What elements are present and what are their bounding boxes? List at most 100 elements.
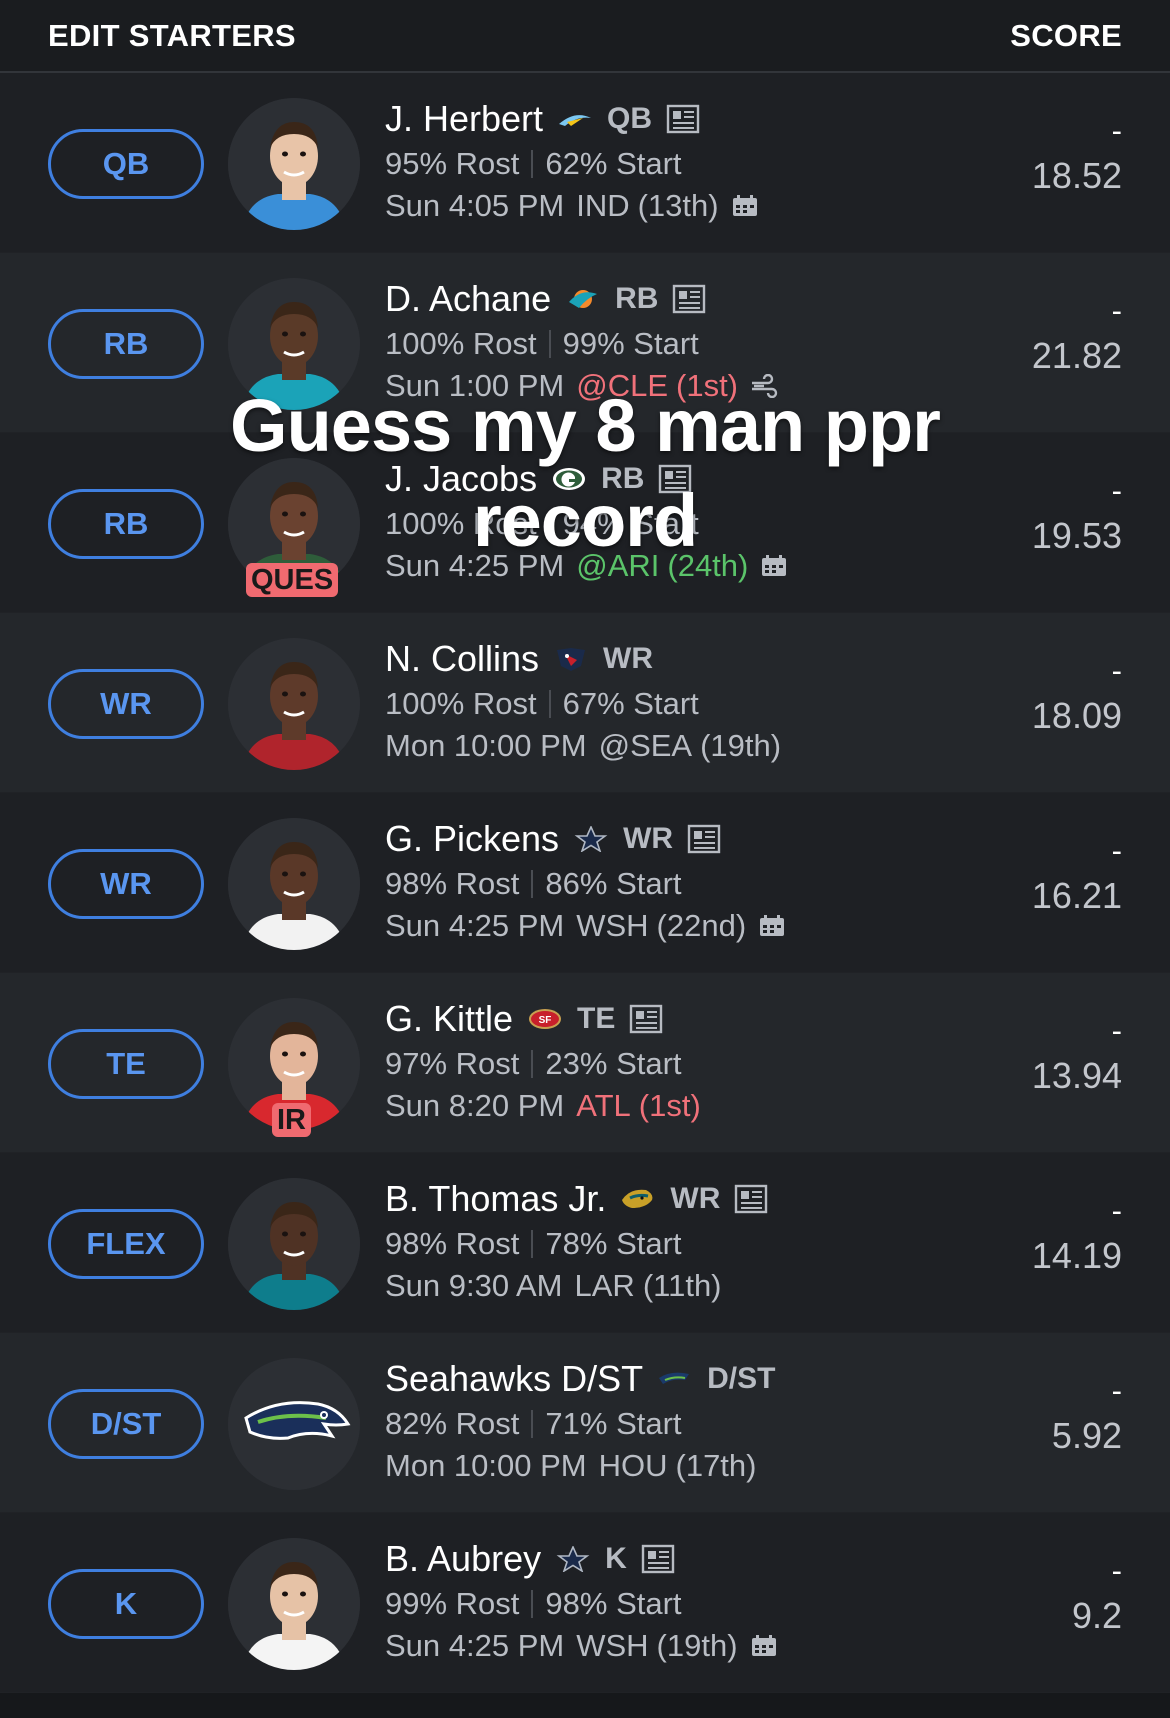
- score-cell: - 14.19: [1032, 1193, 1122, 1277]
- opponent: LAR: [574, 1268, 635, 1303]
- opponent-rank: (11th): [642, 1268, 722, 1303]
- player-avatar[interactable]: [228, 818, 360, 950]
- started-percent: 67% Start: [562, 686, 699, 721]
- divider: [531, 1590, 534, 1618]
- player-name-link[interactable]: J. Herbert: [385, 98, 543, 140]
- score-cell: - 21.82: [1032, 293, 1122, 377]
- calendar-icon: [731, 194, 759, 218]
- player-name-link[interactable]: D. Achane: [385, 278, 551, 320]
- player-row[interactable]: K B. Aubrey K 99% Rost 98% Start Sun 4:25 PM W…: [0, 1513, 1170, 1693]
- texans-logo-icon: [553, 646, 589, 672]
- score-cell: - 13.94: [1032, 1013, 1122, 1097]
- rostered-percent: 98% Rost: [385, 1226, 520, 1261]
- slot-button[interactable]: WR: [48, 849, 204, 919]
- news-icon[interactable]: [658, 464, 692, 494]
- position-label: RB: [601, 462, 645, 495]
- news-icon[interactable]: [641, 1544, 675, 1574]
- opponent: WSH: [576, 908, 649, 943]
- player-name-link[interactable]: Seahawks D/ST: [385, 1358, 643, 1400]
- slot-button[interactable]: TE: [48, 1029, 204, 1099]
- player-name-link[interactable]: B. Thomas Jr.: [385, 1178, 606, 1220]
- projected-score: 9.2: [1071, 1595, 1122, 1636]
- rostered-percent: 82% Rost: [385, 1406, 520, 1441]
- divider: [531, 150, 534, 178]
- player-avatar[interactable]: [228, 98, 360, 230]
- divider: [531, 1410, 534, 1438]
- opponent: @CLE: [576, 368, 668, 403]
- actual-score: -: [1111, 293, 1122, 328]
- team-logo-avatar[interactable]: [228, 1358, 360, 1490]
- rostered-percent: 97% Rost: [385, 1046, 520, 1081]
- slot-button[interactable]: RB: [48, 489, 204, 559]
- player-row[interactable]: FLEX B. Thomas Jr. WR 98% Rost 78% Start Sun …: [0, 1153, 1170, 1333]
- started-percent: 78% Start: [545, 1226, 682, 1261]
- game-time: Sun 4:05 PM: [385, 188, 565, 223]
- player-name-link[interactable]: G. Kittle: [385, 998, 513, 1040]
- slot-button[interactable]: K: [48, 1569, 204, 1639]
- position-label: D/ST: [707, 1362, 776, 1395]
- player-avatar[interactable]: [228, 278, 360, 410]
- slot-button[interactable]: FLEX: [48, 1209, 204, 1279]
- started-percent: 62% Start: [545, 146, 682, 181]
- position-label: WR: [623, 822, 674, 855]
- position-label: QB: [607, 102, 653, 135]
- score-cell: - 19.53: [1032, 473, 1122, 557]
- game-time: Mon 10:00 PM: [385, 1448, 587, 1483]
- player-row[interactable]: TE IR G. Kittle SF TE 97% Rost 23% Start Sun 8:…: [0, 973, 1170, 1153]
- rostered-percent: 98% Rost: [385, 866, 520, 901]
- news-icon[interactable]: [629, 1004, 663, 1034]
- player-row[interactable]: RB QUES J. Jacobs RB 100% Rost 94% Start Sun 4…: [0, 433, 1170, 613]
- player-name-link[interactable]: N. Collins: [385, 638, 539, 680]
- game-time: Sun 9:30 AM: [385, 1268, 563, 1303]
- slot-button[interactable]: RB: [48, 309, 204, 379]
- player-name-link[interactable]: G. Pickens: [385, 818, 559, 860]
- player-avatar[interactable]: [228, 1178, 360, 1310]
- rostered-percent: 99% Rost: [385, 1586, 520, 1621]
- news-icon[interactable]: [666, 104, 700, 134]
- player-name-link[interactable]: J. Jacobs: [385, 458, 537, 500]
- player-row[interactable]: D/ST Seahawks D/ST D/ST 82% Rost 71% Start Mo…: [0, 1333, 1170, 1513]
- player-avatar[interactable]: [228, 1538, 360, 1670]
- opponent-rank: (17th): [675, 1448, 757, 1483]
- started-percent: 99% Start: [562, 326, 699, 361]
- position-label: RB: [615, 282, 659, 315]
- slot-button[interactable]: QB: [48, 129, 204, 199]
- player-avatar[interactable]: [228, 638, 360, 770]
- position-label: WR: [670, 1182, 721, 1215]
- actual-score: -: [1111, 1013, 1122, 1048]
- game-time: Sun 4:25 PM: [385, 548, 565, 583]
- player-name-link[interactable]: B. Aubrey: [385, 1538, 541, 1580]
- game-time: Sun 4:25 PM: [385, 908, 565, 943]
- news-icon[interactable]: [672, 284, 706, 314]
- starters-list: QB J. Herbert QB 95% Rost 62% Start Sun 4:05 …: [0, 73, 1170, 1693]
- player-row[interactable]: WR N. Collins WR 100% Rost 67% Start Mon 10:0…: [0, 613, 1170, 793]
- news-icon[interactable]: [734, 1184, 768, 1214]
- player-row[interactable]: QB J. Herbert QB 95% Rost 62% Start Sun 4:05 …: [0, 73, 1170, 253]
- rostered-percent: 95% Rost: [385, 146, 520, 181]
- chargers-logo-icon: [557, 106, 593, 132]
- actual-score: -: [1111, 113, 1122, 148]
- lineup-header: EDIT STARTERS SCORE: [0, 0, 1170, 73]
- game-time: Sun 8:20 PM: [385, 1088, 565, 1123]
- player-row[interactable]: WR G. Pickens WR 98% Rost 86% Start Sun 4:25 …: [0, 793, 1170, 973]
- projected-score: 21.82: [1031, 335, 1122, 376]
- divider: [531, 1230, 534, 1258]
- started-percent: 98% Start: [545, 1586, 682, 1621]
- started-percent: 94% Start: [562, 506, 699, 541]
- projected-score: 16.21: [1031, 875, 1122, 916]
- rostered-percent: 100% Rost: [385, 506, 537, 541]
- cowboys-logo-icon: [555, 1546, 591, 1572]
- player-row[interactable]: RB D. Achane RB 100% Rost 99% Start Sun 1:00 …: [0, 253, 1170, 433]
- slot-button[interactable]: WR: [48, 669, 204, 739]
- news-icon[interactable]: [687, 824, 721, 854]
- rostered-percent: 100% Rost: [385, 686, 537, 721]
- score-cell: - 5.92: [1052, 1373, 1122, 1457]
- calendar-icon: [760, 554, 788, 578]
- projected-score: 19.53: [1031, 515, 1122, 556]
- started-percent: 86% Start: [545, 866, 682, 901]
- opponent: @ARI: [576, 548, 660, 583]
- slot-button[interactable]: D/ST: [48, 1389, 204, 1459]
- seahawks-logo-icon: [657, 1366, 693, 1392]
- position-label: K: [605, 1542, 627, 1575]
- actual-score: -: [1111, 833, 1122, 868]
